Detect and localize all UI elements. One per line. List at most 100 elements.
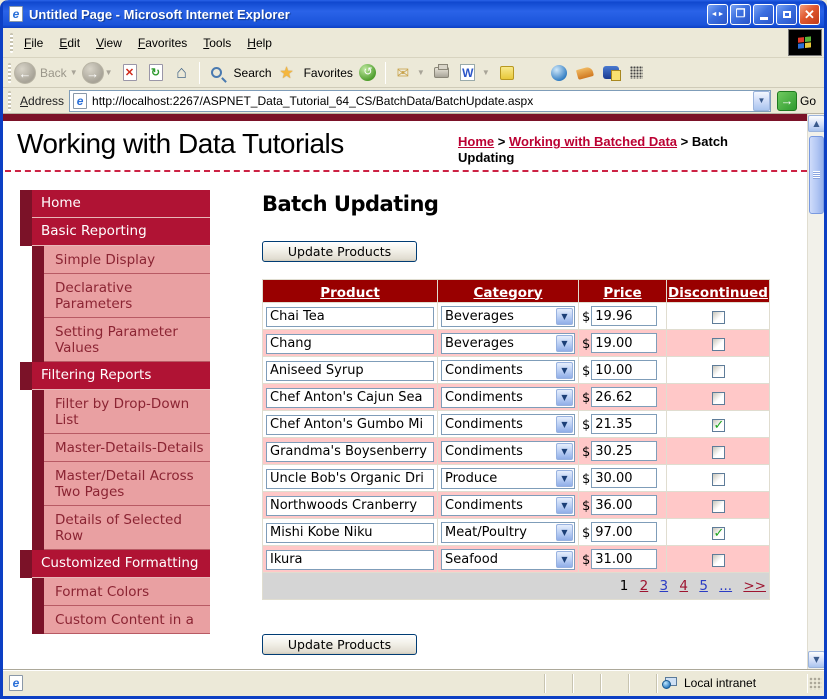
update-products-button-top[interactable]: Update Products [262, 241, 417, 262]
history-button[interactable]: ↺ [358, 63, 378, 83]
minimize-button[interactable] [753, 3, 774, 25]
sort-product-link[interactable]: Product [320, 285, 380, 301]
sidebar-item-customized-formatting[interactable]: Customized Formatting [20, 550, 210, 578]
chevron-down-icon[interactable]: ▼ [556, 415, 573, 433]
toolbar-grip[interactable] [8, 62, 11, 83]
menu-favorites[interactable]: Favorites [130, 33, 195, 53]
maximize-button[interactable] [776, 3, 797, 25]
url-text[interactable]: http://localhost:2267/ASPNET_Data_Tutori… [92, 94, 753, 108]
sidebar-item-filter-by-dropdown-list[interactable]: Filter by Drop-Down List [32, 390, 210, 434]
product-input[interactable] [266, 495, 434, 516]
menu-view[interactable]: View [88, 33, 130, 53]
price-input[interactable] [591, 468, 658, 489]
mail-button[interactable]: ✉ [393, 63, 413, 83]
snagit-button[interactable] [575, 63, 595, 83]
category-select[interactable]: Seafood ▼ [441, 548, 575, 570]
product-input[interactable] [266, 441, 434, 462]
sidebar-item-master-details-details[interactable]: Master-Details-Details [32, 434, 210, 462]
sidebar-item-format-colors[interactable]: Format Colors [32, 578, 210, 606]
back-button[interactable]: ← [14, 61, 36, 84]
price-input[interactable] [591, 522, 658, 543]
grid-tool-button[interactable] [627, 63, 647, 83]
category-select[interactable]: Meat/Poultry ▼ [441, 521, 575, 543]
sidebar-item-details-of-selected-row[interactable]: Details of Selected Row [32, 506, 210, 550]
product-input[interactable] [266, 549, 434, 570]
discontinued-checkbox[interactable] [711, 445, 725, 459]
sidebar-item-simple-display[interactable]: Simple Display [32, 246, 210, 274]
detach-button[interactable]: ❐ [730, 3, 751, 25]
favorites-icon[interactable]: ★ [277, 63, 297, 83]
price-input[interactable] [591, 333, 658, 354]
category-select[interactable]: Beverages ▼ [441, 305, 575, 327]
sort-price-link[interactable]: Price [603, 285, 641, 301]
sidebar-item-basic-reporting[interactable]: Basic Reporting [20, 218, 210, 246]
product-input[interactable] [266, 333, 434, 354]
back-dropdown-icon[interactable]: ▼ [70, 68, 78, 77]
discontinued-checkbox[interactable] [711, 526, 725, 541]
stop-button[interactable]: ✕ [120, 63, 140, 83]
price-input[interactable] [591, 549, 658, 570]
word-dropdown-icon[interactable]: ▼ [482, 68, 490, 77]
forward-dropdown-icon[interactable]: ▼ [105, 68, 113, 77]
forward-button[interactable]: → [81, 61, 104, 84]
sidebar-item-custom-content[interactable]: Custom Content in a [32, 606, 210, 634]
search-label[interactable]: Search [234, 66, 272, 80]
favorites-label[interactable]: Favorites [304, 66, 353, 80]
sort-discontinued-link[interactable]: Discontinued [668, 285, 768, 301]
go-button[interactable]: → [776, 90, 797, 111]
pager-page-link[interactable]: 4 [679, 578, 688, 594]
sidebar-item-filtering-reports[interactable]: Filtering Reports [20, 362, 210, 390]
price-input[interactable] [591, 306, 658, 327]
category-select[interactable]: Beverages ▼ [441, 332, 575, 354]
discontinued-checkbox[interactable] [711, 553, 725, 567]
discontinued-checkbox[interactable] [711, 364, 725, 378]
breadcrumb-section-link[interactable]: Working with Batched Data [509, 134, 677, 149]
pager-next-link[interactable]: >> [743, 578, 766, 594]
toolbar-grip[interactable] [10, 32, 13, 53]
scrollbar-thumb[interactable] [809, 136, 824, 214]
discontinued-checkbox[interactable] [711, 499, 725, 513]
scroll-up-button[interactable]: ▲ [808, 115, 824, 132]
pager-page-link[interactable]: 3 [660, 578, 669, 594]
home-button[interactable]: ⌂ [172, 62, 192, 83]
pager-page-link[interactable]: 2 [640, 578, 649, 594]
chevron-down-icon[interactable]: ▼ [556, 550, 573, 568]
category-select[interactable]: Produce ▼ [441, 467, 575, 489]
product-input[interactable] [266, 306, 434, 327]
discontinued-checkbox[interactable] [711, 391, 725, 405]
sidebar-item-declarative-parameters[interactable]: Declarative Parameters [32, 274, 210, 318]
sidebar-item-home[interactable]: Home [20, 190, 210, 218]
price-input[interactable] [591, 441, 658, 462]
category-select[interactable]: Condiments ▼ [441, 359, 575, 381]
menu-edit[interactable]: Edit [51, 33, 88, 53]
resize-grip[interactable] [809, 676, 822, 690]
messenger-button[interactable] [549, 63, 569, 83]
discontinued-checkbox[interactable] [711, 418, 725, 433]
mail-dropdown-icon[interactable]: ▼ [417, 68, 425, 77]
research-button[interactable] [601, 63, 621, 83]
pager-page-link[interactable]: 5 [699, 578, 708, 594]
chevron-down-icon[interactable]: ▼ [556, 496, 573, 514]
category-select[interactable]: Condiments ▼ [441, 440, 575, 462]
pager-ellipsis-link[interactable]: ... [719, 578, 732, 594]
discontinued-checkbox[interactable] [711, 310, 725, 324]
search-icon[interactable] [207, 63, 227, 83]
price-input[interactable] [591, 360, 658, 381]
chevron-down-icon[interactable]: ▼ [556, 388, 573, 406]
product-input[interactable] [266, 360, 434, 381]
sidebar-item-setting-parameter-values[interactable]: Setting Parameter Values [32, 318, 210, 362]
pane-toggle-button[interactable]: ◄► [707, 3, 728, 25]
product-input[interactable] [266, 468, 434, 489]
vertical-scrollbar[interactable]: ▲ ▼ [807, 114, 824, 669]
product-input[interactable] [266, 387, 434, 408]
chevron-down-icon[interactable]: ▼ [556, 469, 573, 487]
discontinued-checkbox[interactable] [711, 472, 725, 486]
chevron-down-icon[interactable]: ▼ [556, 334, 573, 352]
sort-category-link[interactable]: Category [473, 285, 542, 301]
sidebar-item-master-detail-across-two-pages[interactable]: Master/Detail Across Two Pages [32, 462, 210, 506]
scroll-down-button[interactable]: ▼ [808, 651, 824, 668]
update-products-button-bottom[interactable]: Update Products [262, 634, 417, 655]
price-input[interactable] [591, 387, 658, 408]
address-input[interactable]: e http://localhost:2267/ASPNET_Data_Tuto… [69, 89, 771, 112]
chevron-down-icon[interactable]: ▼ [556, 307, 573, 325]
